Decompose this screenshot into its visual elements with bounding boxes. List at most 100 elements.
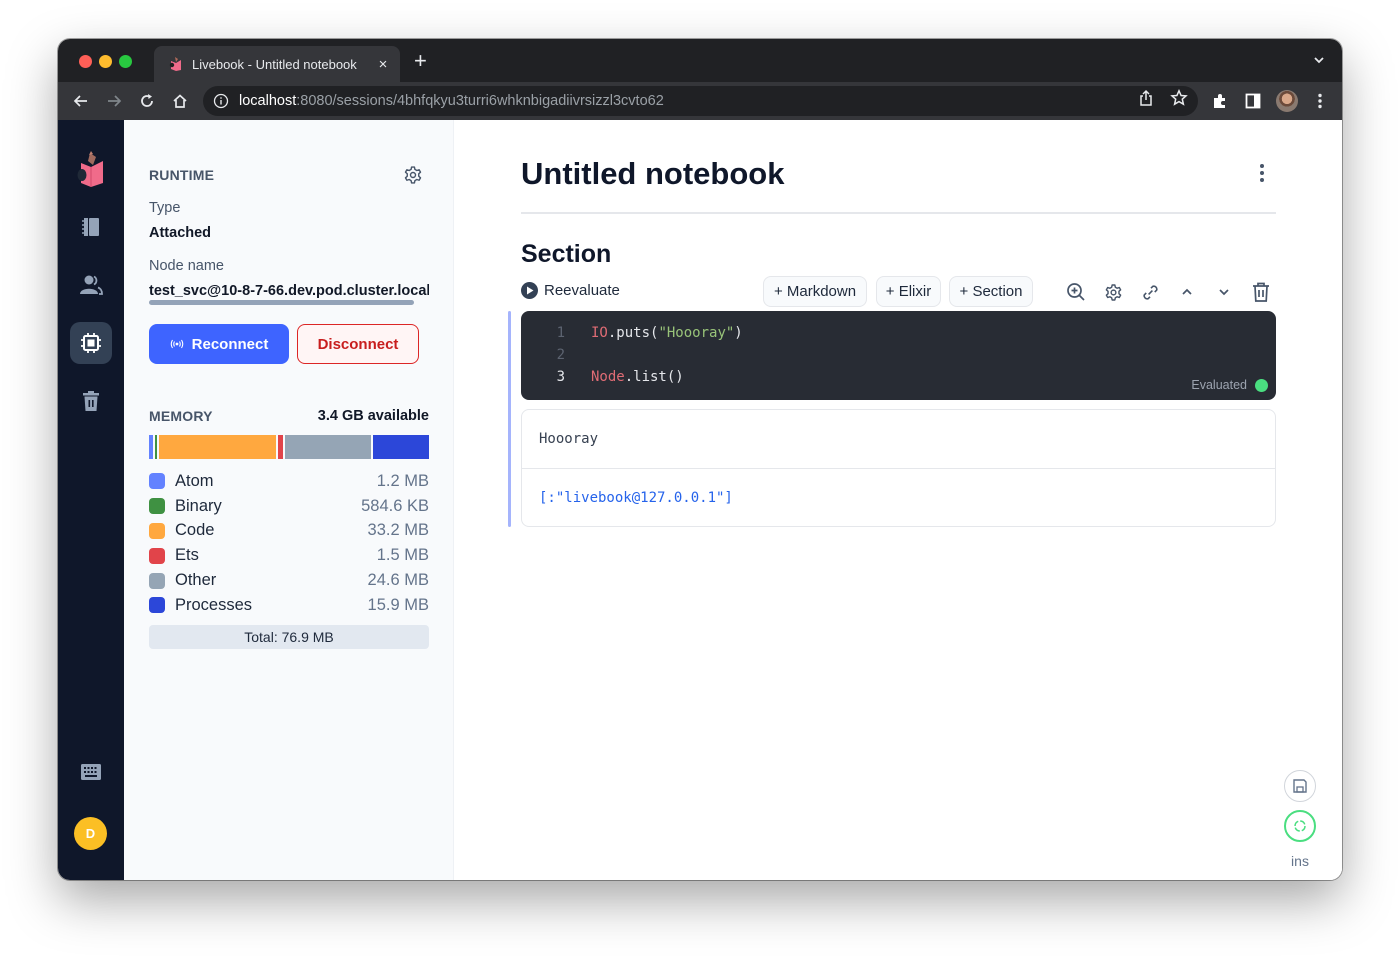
- browser-tab[interactable]: Livebook - Untitled notebook ×: [154, 46, 400, 82]
- editor-mode-indicator: ins: [1291, 853, 1309, 869]
- chevron-up-icon[interactable]: [1176, 281, 1198, 303]
- new-tab-button[interactable]: +: [414, 50, 427, 72]
- type-label: Type: [149, 200, 181, 216]
- code-line[interactable]: 2: [521, 345, 591, 365]
- legend-swatch: [149, 522, 165, 539]
- tab-title: Livebook - Untitled notebook: [192, 56, 357, 72]
- bin-icon[interactable]: [70, 380, 112, 422]
- add-elixir-button[interactable]: + Elixir: [876, 276, 941, 307]
- save-notebook-button[interactable]: [1284, 770, 1316, 802]
- memory-legend-item: Ets 1.5 MB: [149, 543, 429, 568]
- code-token: IO: [591, 325, 608, 341]
- users-icon[interactable]: [70, 264, 112, 306]
- tab-strip: Livebook - Untitled notebook × +: [58, 39, 1342, 82]
- zoom-in-icon[interactable]: [1065, 281, 1087, 303]
- minimize-window-button[interactable]: [99, 55, 112, 68]
- address-bar[interactable]: localhost:8080/sessions/4bhfqkyu3turri6w…: [203, 86, 1198, 116]
- user-avatar[interactable]: D: [74, 817, 107, 850]
- livebook-favicon-icon: [168, 56, 184, 72]
- link-icon[interactable]: [1139, 281, 1161, 303]
- legend-value: 584.6 KB: [361, 496, 429, 515]
- menu-icon[interactable]: [1310, 91, 1330, 111]
- reevaluate-label: Reevaluate: [544, 282, 620, 299]
- title-divider: [521, 212, 1276, 214]
- memory-usage-bar: [149, 435, 429, 459]
- tab-list-chevron-icon[interactable]: [1312, 53, 1326, 67]
- evaluation-status: Evaluated: [1191, 378, 1268, 392]
- result-output: [:"livebook@127.0.0.1"]: [522, 468, 1275, 526]
- line-number: 1: [556, 325, 565, 341]
- memory-segment-code: [159, 435, 276, 459]
- delete-trash-icon[interactable]: [1250, 281, 1272, 303]
- memory-available: 3.4 GB available: [317, 408, 429, 424]
- maximize-window-button[interactable]: [119, 55, 132, 68]
- runtime-status-button[interactable]: [1284, 810, 1316, 842]
- add-markdown-button[interactable]: + Markdown: [763, 276, 867, 307]
- notebook-menu-icon[interactable]: [1254, 162, 1270, 184]
- livebook-logo[interactable]: [70, 148, 112, 190]
- legend-name: Processes: [175, 595, 253, 614]
- back-icon[interactable]: [71, 91, 91, 111]
- runtime-panel: RUNTIME Type Attached Node name test_svc…: [124, 120, 454, 880]
- memory-total: Total: 76.9 MB: [149, 625, 429, 649]
- notebook-title[interactable]: Untitled notebook: [521, 156, 784, 192]
- connection-status-icon: [1294, 820, 1306, 832]
- legend-value: 1.5 MB: [376, 546, 429, 565]
- memory-legend-item: Other 24.6 MB: [149, 568, 429, 593]
- code-token: .puts(: [607, 325, 659, 341]
- livebook-app: D RUNTIME Type Attached Node name test_s…: [58, 120, 1342, 880]
- reload-icon[interactable]: [137, 91, 157, 111]
- play-icon: [521, 282, 538, 299]
- signal-icon: [170, 336, 184, 353]
- legend-name: Ets: [175, 546, 199, 565]
- code-token: Node: [591, 369, 625, 385]
- legend-swatch: [149, 572, 165, 589]
- add-section-button[interactable]: + Section: [949, 276, 1033, 307]
- keyboard-shortcuts-icon[interactable]: [70, 751, 112, 793]
- cell-output: Hoooray [:"livebook@127.0.0.1"]: [521, 409, 1276, 527]
- code-line[interactable]: 1 IO.puts("Hoooray"): [521, 323, 743, 343]
- section-title[interactable]: Section: [521, 240, 611, 269]
- memory-legend: Atom 1.2 MB Binary 584.6 KB Code 33.2 MB Ets 1.…: [149, 469, 429, 618]
- runtime-cpu-icon[interactable]: [70, 322, 112, 364]
- memory-legend-item: Binary 584.6 KB: [149, 494, 429, 519]
- sidebar-rail: D: [58, 120, 124, 880]
- stdout-output: Hoooray: [522, 410, 1275, 468]
- stdout-text: Hoooray: [539, 431, 599, 447]
- forward-icon[interactable]: [104, 91, 124, 111]
- notebook-outline-icon[interactable]: [70, 206, 112, 248]
- chevron-down-icon[interactable]: [1213, 281, 1235, 303]
- share-icon[interactable]: [1137, 89, 1155, 107]
- line-number: 3: [556, 369, 565, 385]
- runtime-settings-gear-icon[interactable]: [403, 165, 423, 185]
- settings-gear-icon[interactable]: [1102, 281, 1124, 303]
- home-icon[interactable]: [170, 91, 190, 111]
- extensions-icon[interactable]: [1210, 91, 1230, 111]
- close-tab-icon[interactable]: ×: [372, 56, 394, 73]
- memory-segment-atom: [149, 435, 154, 459]
- memory-segment-ets: [277, 435, 283, 459]
- reevaluate-button[interactable]: Reevaluate: [521, 282, 620, 299]
- disconnect-button[interactable]: Disconnect: [297, 324, 419, 364]
- node-name-value: test_svc@10-8-7-66.dev.pod.cluster.local: [149, 283, 429, 299]
- info-icon[interactable]: [213, 93, 229, 109]
- bookmark-star-icon[interactable]: [1170, 88, 1188, 107]
- legend-value: 24.6 MB: [367, 571, 429, 590]
- legend-swatch: [149, 597, 165, 614]
- profile-avatar[interactable]: [1276, 90, 1298, 112]
- side-panel-icon[interactable]: [1243, 91, 1263, 111]
- save-floppy-icon: [1293, 779, 1307, 793]
- code-token: "Hoooray": [658, 325, 735, 341]
- reconnect-label: Reconnect: [191, 335, 269, 353]
- reconnect-button[interactable]: Reconnect: [149, 324, 289, 364]
- legend-value: 15.9 MB: [367, 595, 429, 614]
- memory-legend-item: Atom 1.2 MB: [149, 469, 429, 494]
- node-name-scrollbar[interactable]: [149, 300, 414, 305]
- close-window-button[interactable]: [79, 55, 92, 68]
- memory-segment-binary: [155, 435, 158, 459]
- code-line[interactable]: 3 Node.list(): [521, 367, 684, 387]
- code-editor[interactable]: Evaluated 1 IO.puts("Hoooray") 2 3 Node.list…: [521, 311, 1276, 400]
- evaluation-status-label: Evaluated: [1191, 378, 1247, 392]
- line-number: 2: [556, 347, 565, 363]
- memory-legend-item: Code 33.2 MB: [149, 519, 429, 544]
